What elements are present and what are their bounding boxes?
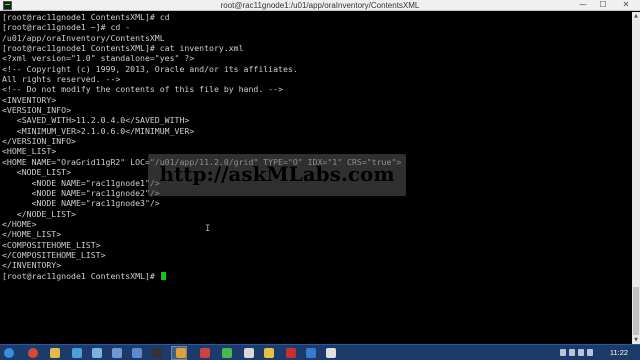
chrome-icon[interactable] [28, 348, 38, 358]
terminal-line: <VERSION_INFO> [2, 105, 72, 116]
terminal-line: <?xml version="1.0" standalone="yes" ?> [2, 53, 195, 64]
terminal-line: [root@rac11gnode1 ContentsXML]# cat inve… [2, 43, 244, 54]
terminal-line: </VERSION_INFO> [2, 136, 76, 147]
app-icon[interactable] [200, 348, 210, 358]
terminal-line: [root@rac11gnode1 ContentsXML]# [0, 271, 632, 281]
watermark-text: http://askMLabs.com [159, 162, 395, 186]
terminal-line: <NODE NAME="rac11gnode3"/> [2, 198, 160, 209]
media-icon[interactable] [72, 348, 82, 358]
app-icon[interactable] [176, 348, 186, 358]
minimize-button[interactable]: — [574, 0, 592, 10]
terminal-line: /u01/app/oraInventory/ContentsXML [2, 32, 165, 43]
terminal-line: <INVENTORY> [2, 94, 57, 105]
tray-icon[interactable] [569, 349, 575, 356]
start-icon[interactable] [4, 348, 14, 358]
text-cursor-icon: I [205, 224, 211, 234]
app-icon[interactable] [132, 348, 142, 358]
terminal-icon[interactable] [152, 348, 162, 358]
terminal-line: <SAVED_WITH>11.2.0.4.0</SAVED_WITH> [2, 115, 190, 126]
app-icon[interactable] [244, 348, 254, 358]
app-icon[interactable] [326, 348, 336, 358]
scroll-up-icon[interactable]: ▲ [632, 12, 640, 20]
taskbar-clock[interactable]: 11:22 [602, 345, 636, 360]
terminal-line: </INVENTORY> [2, 260, 62, 271]
terminal-line: [root@rac11gnode1 ContentsXML]# cd [2, 12, 170, 22]
app-icon[interactable] [222, 348, 232, 358]
terminal-line: <COMPOSITEHOME_LIST> [2, 239, 101, 250]
terminal-line: <!-- Do not modify the contents of this … [2, 84, 283, 95]
app-icon[interactable] [92, 348, 102, 358]
terminal-cursor [160, 271, 166, 280]
maximize-button[interactable]: ☐ [594, 0, 612, 10]
app-icon[interactable] [264, 348, 274, 358]
vertical-scrollbar[interactable]: ▲ ▼ [632, 12, 640, 344]
terminal-line: All rights reserved. --> [2, 74, 121, 85]
watermark-banner: http://askMLabs.com [148, 154, 406, 196]
app-icon[interactable] [286, 348, 296, 358]
tray-icon[interactable] [578, 349, 584, 356]
explorer-icon[interactable] [50, 348, 60, 358]
scroll-down-icon[interactable]: ▼ [632, 336, 640, 344]
app-icon[interactable] [306, 348, 316, 358]
close-button[interactable]: ✕ [614, 0, 638, 10]
tray-icon[interactable] [587, 349, 593, 356]
tray-icon[interactable] [560, 349, 566, 356]
scroll-thumb[interactable] [633, 287, 639, 335]
window-titlebar: root@rac11gnode1:/u01/app/oraInventory/C… [0, 0, 640, 11]
terminal-line: </HOME_LIST> [2, 229, 62, 240]
terminal-line: </NODE_LIST> [2, 208, 76, 219]
terminal-line: </HOME> [2, 218, 37, 229]
terminal-line: </COMPOSITEHOME_LIST> [2, 249, 106, 260]
window-title: root@rac11gnode1:/u01/app/oraInventory/C… [220, 1, 420, 10]
terminal-line: <!-- Copyright (c) 1999, 2013, Oracle an… [2, 63, 298, 74]
terminal-line: <MINIMUM_VER>2.1.0.6.0</MINIMUM_VER> [2, 125, 195, 136]
terminal-line: [root@rac11gnode1 ~]# cd - [2, 22, 131, 33]
taskbar: 11:22 [0, 344, 640, 360]
app-icon[interactable] [112, 348, 122, 358]
